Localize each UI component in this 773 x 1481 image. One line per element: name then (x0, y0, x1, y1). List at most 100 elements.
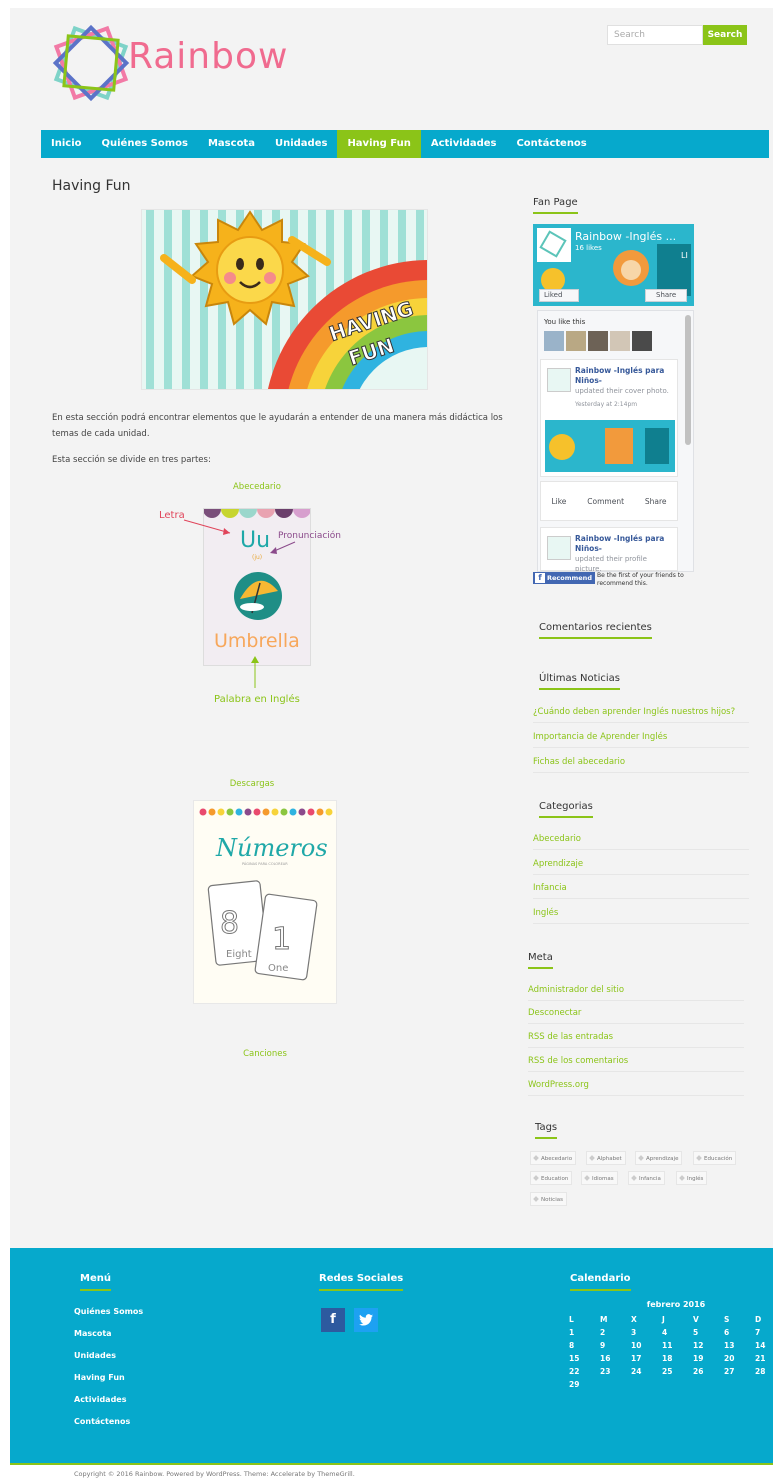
avatar[interactable] (566, 331, 586, 351)
calendar-day: 16 (600, 1354, 611, 1363)
category-item[interactable]: Aprendizaje (533, 859, 749, 875)
meta-item[interactable]: WordPress.org (528, 1080, 744, 1096)
categories-title: Categorias (539, 801, 593, 822)
avatar[interactable] (544, 331, 564, 351)
meta-item[interactable]: Desconectar (528, 1008, 744, 1024)
calendar-day: 14 (755, 1341, 766, 1350)
calendar-day: 28 (755, 1367, 766, 1376)
avatar[interactable] (632, 331, 652, 351)
fb-comment-action[interactable]: Comment (587, 497, 624, 506)
calendar-day: 2 (600, 1328, 606, 1337)
search-input[interactable]: Search (607, 25, 703, 45)
tag-link[interactable]: Alphabet (586, 1151, 626, 1165)
news-item[interactable]: Importancia de Aprender Inglés (533, 732, 749, 748)
footer-menu-item[interactable]: Actividades (74, 1395, 127, 1404)
tag-link[interactable]: Noticias (530, 1192, 567, 1206)
facebook-icon[interactable]: f (321, 1308, 345, 1332)
category-item[interactable]: Abecedario (533, 834, 749, 850)
fb-share-action[interactable]: Share (645, 497, 667, 506)
nav-item-quienes-somos[interactable]: Quiénes Somos (92, 130, 198, 158)
fb-recommend-button[interactable]: f Recommend (533, 572, 595, 584)
footer-menu-item[interactable]: Contáctenos (74, 1417, 130, 1426)
nav-item-mascota[interactable]: Mascota (198, 130, 265, 158)
fb-liked-button[interactable]: Liked (539, 289, 579, 302)
news-item[interactable]: Fichas del abecedario (533, 757, 749, 773)
fb-post-1-time[interactable]: Yesterday at 2:14pm (575, 401, 637, 408)
fb-page-name[interactable]: Rainbow -Inglés ... (575, 230, 676, 243)
nav-item-inicio[interactable]: Inicio (41, 130, 92, 158)
calendar-day-header: M (600, 1315, 608, 1324)
avatar[interactable] (588, 331, 608, 351)
tag-link[interactable]: Education (530, 1171, 573, 1185)
category-item[interactable]: Inglés (533, 908, 749, 924)
recent-comments-title: Comentarios recientes (539, 622, 652, 643)
fb-you-like-this: You like this (544, 318, 586, 326)
fb-likes: 16 likes (575, 244, 602, 252)
fb-friend-avatars (544, 331, 652, 351)
calendar-day: 3 (631, 1328, 637, 1337)
facebook-widget: LI Rainbow -Inglés ... 16 likes Liked Sh… (533, 224, 694, 592)
fb-post-1-actions: Like Comment Share (540, 481, 678, 521)
calendar-day: 24 (631, 1367, 642, 1376)
fb-post-1-name[interactable]: Rainbow -Inglés para Niños- (575, 366, 675, 386)
calendar-day: 29 (569, 1380, 580, 1389)
nav-item-having-fun[interactable]: Having Fun (337, 130, 421, 158)
footer-menu-item[interactable]: Unidades (74, 1351, 116, 1360)
fb-feed[interactable]: You like this Rainbow -Inglés para Niños… (537, 310, 694, 572)
nav-item-contactenos[interactable]: Contáctenos (506, 130, 596, 158)
footer-menu-item[interactable]: Having Fun (74, 1373, 125, 1382)
calendar-day: 5 (693, 1328, 699, 1337)
facebook-icon: f (535, 573, 545, 583)
numeros-card-image[interactable]: Números PÁGINAS PARA COLOREAR 8 Eight 1 … (193, 800, 337, 1004)
avatar[interactable] (547, 368, 571, 392)
category-item[interactable]: Infancia (533, 883, 749, 899)
calendar-day: 19 (693, 1354, 704, 1363)
calendar-caption: febrero 2016 (646, 1300, 706, 1309)
tag-link[interactable]: Aprendizaje (635, 1151, 683, 1165)
fb-post-1-text: updated their cover photo. (575, 387, 669, 395)
fb-post-1-image[interactable] (545, 420, 675, 472)
site-title: Rainbow (128, 36, 288, 77)
descargas-caption: Descargas (229, 779, 275, 789)
tag-link[interactable]: Inglés (676, 1171, 708, 1185)
canciones-caption: Canciones (243, 1049, 287, 1059)
calendar-grid: L M X J V S D 1 2 3 4 5 6 7 8 9 10 11 12… (560, 1315, 772, 1391)
tag-link[interactable]: Educación (693, 1151, 737, 1165)
meta-item[interactable]: Administrador del sitio (528, 985, 744, 1001)
svg-text:LI: LI (681, 251, 688, 260)
calendar-day: 11 (662, 1341, 673, 1350)
calendar-day: 22 (569, 1367, 580, 1376)
meta-item[interactable]: RSS de las entradas (528, 1032, 744, 1048)
calendar-day: 4 (662, 1328, 668, 1337)
news-item[interactable]: ¿Cuándo deben aprender Inglés nuestros h… (533, 707, 749, 723)
avatar[interactable] (610, 331, 630, 351)
calendar-day: 23 (600, 1367, 611, 1376)
fb-feed-scrollbar[interactable] (685, 315, 691, 445)
calendar-day: 20 (724, 1354, 735, 1363)
calendar-day: 17 (631, 1354, 642, 1363)
tag-link[interactable]: Abecedario (530, 1151, 577, 1165)
card-subtitle: PÁGINAS PARA COLOREAR (242, 861, 288, 866)
search-button[interactable]: Search (703, 25, 747, 45)
footer-calendar-title: Calendario (570, 1273, 631, 1295)
avatar[interactable] (547, 536, 571, 560)
fb-liked-label: Liked (544, 291, 563, 299)
calendar-day: 1 (569, 1328, 575, 1337)
fb-like-action[interactable]: Like (551, 497, 566, 506)
tag-link[interactable]: Idiomas (581, 1171, 618, 1185)
footer-menu-item[interactable]: Mascota (74, 1329, 112, 1338)
footer-menu-item[interactable]: Quiénes Somos (74, 1307, 143, 1316)
fb-post-2-name[interactable]: Rainbow -Inglés para Niños- (575, 534, 675, 554)
numeros-illustration: Números PÁGINAS PARA COLOREAR 8 Eight 1 … (194, 801, 336, 1003)
fb-cover: LI Rainbow -Inglés ... 16 likes Liked Sh… (533, 224, 694, 306)
tag-link[interactable]: Infancia (628, 1171, 665, 1185)
meta-item[interactable]: RSS de los comentarios (528, 1056, 744, 1072)
calendar-day: 15 (569, 1354, 580, 1363)
intro-paragraph: En esta sección podrá encontrar elemento… (52, 413, 503, 439)
nav-item-unidades[interactable]: Unidades (265, 130, 337, 158)
twitter-icon[interactable] (354, 1308, 378, 1332)
page: Rainbow Search Search Inicio Quiénes Som… (0, 0, 773, 1481)
nav-item-actividades[interactable]: Actividades (421, 130, 507, 158)
calendar-day: 27 (724, 1367, 735, 1376)
fb-share-button[interactable]: Share (645, 289, 687, 302)
